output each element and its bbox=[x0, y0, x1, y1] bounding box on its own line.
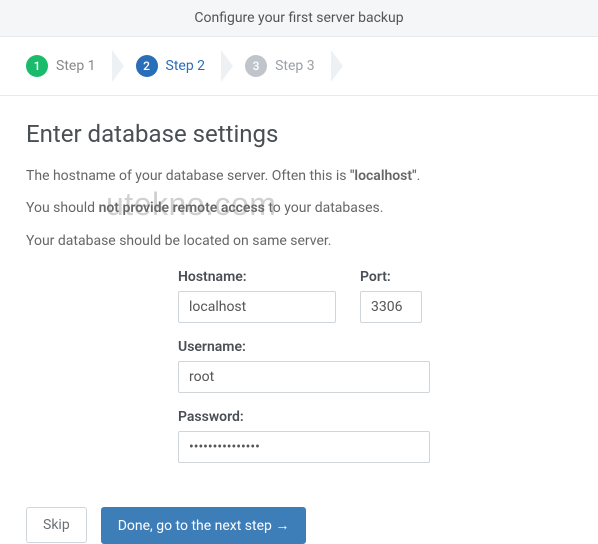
database-form: Hostname: Port: Username: Password: bbox=[26, 269, 572, 463]
description-line-3: Your database should be located on same … bbox=[26, 231, 572, 251]
password-label: Password: bbox=[178, 409, 430, 425]
description-line-2: You should not provide remote access to … bbox=[26, 198, 572, 218]
step-1-number: 1 bbox=[26, 55, 48, 77]
username-label: Username: bbox=[178, 339, 430, 355]
hostname-label: Hostname: bbox=[178, 269, 336, 285]
next-step-button[interactable]: Done, go to the next step → bbox=[101, 507, 307, 544]
step-2-number: 2 bbox=[136, 55, 158, 77]
step-1-label: Step 1 bbox=[56, 58, 96, 74]
step-1[interactable]: 1 Step 1 bbox=[16, 49, 118, 83]
password-input[interactable] bbox=[178, 431, 430, 463]
step-3-number: 3 bbox=[245, 55, 267, 77]
header-title: Configure your first server backup bbox=[194, 10, 403, 26]
port-label: Port: bbox=[360, 269, 422, 285]
step-2[interactable]: 2 Step 2 bbox=[126, 49, 228, 83]
page-header: Configure your first server backup bbox=[0, 0, 598, 37]
port-field: Port: bbox=[360, 269, 422, 323]
main-content: Enter database settings The hostname of … bbox=[0, 96, 598, 497]
skip-button[interactable]: Skip bbox=[26, 507, 87, 543]
hostname-input[interactable] bbox=[178, 291, 336, 323]
hostname-field: Hostname: bbox=[178, 269, 336, 323]
port-input[interactable] bbox=[360, 291, 422, 323]
page-title: Enter database settings bbox=[26, 120, 572, 148]
wizard-steps: 1 Step 1 2 Step 2 3 Step 3 bbox=[0, 37, 598, 96]
step-2-label: Step 2 bbox=[166, 58, 206, 74]
password-field: Password: bbox=[178, 409, 430, 463]
username-field: Username: bbox=[178, 339, 430, 393]
step-3[interactable]: 3 Step 3 bbox=[235, 49, 337, 83]
action-buttons: Skip Done, go to the next step → bbox=[0, 497, 598, 544]
username-input[interactable] bbox=[178, 361, 430, 393]
step-3-label: Step 3 bbox=[275, 58, 315, 74]
description-line-1: The hostname of your database server. Of… bbox=[26, 166, 572, 186]
